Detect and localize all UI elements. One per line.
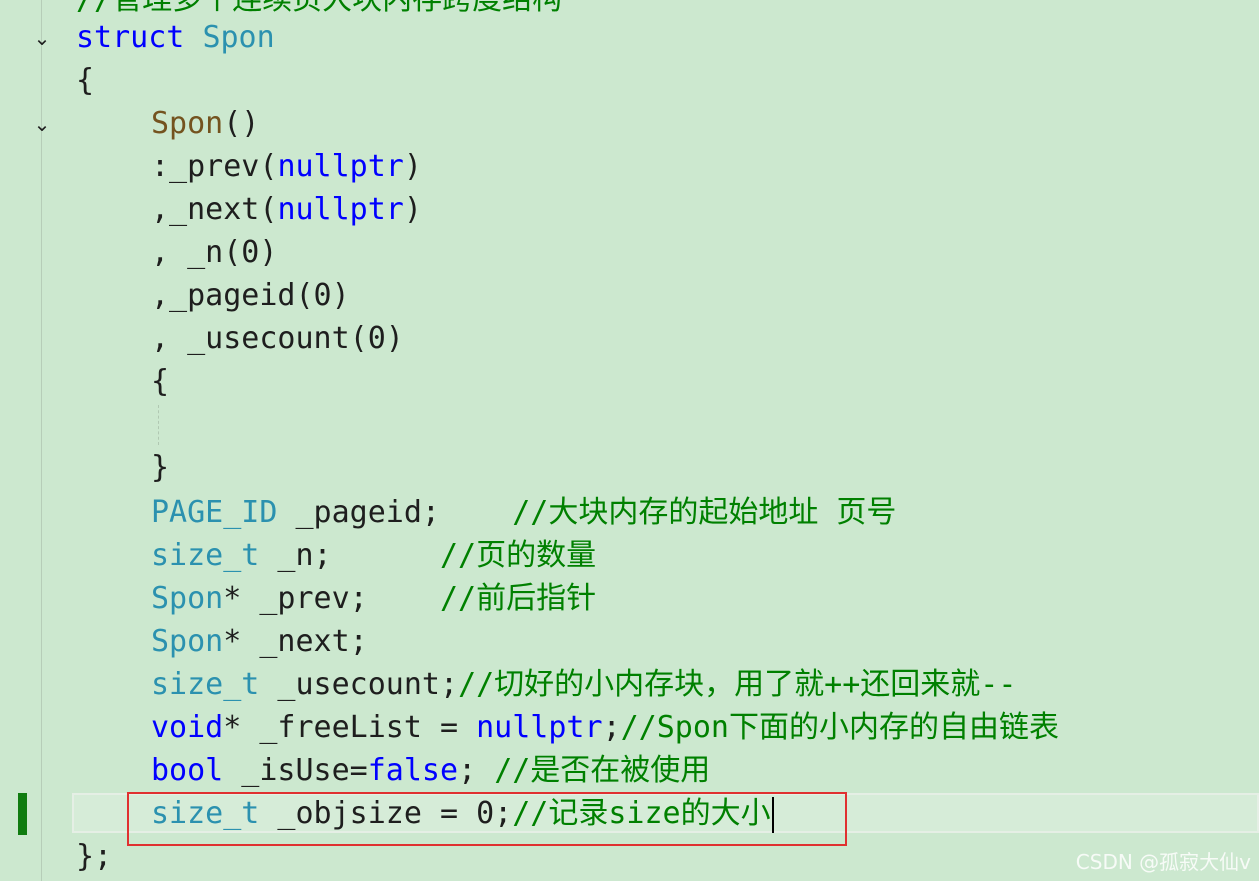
type-name: size_t <box>151 538 260 573</box>
comment: //切好的小内存块，用了就++还回来就-- <box>458 667 1017 702</box>
keyword: void <box>151 710 224 745</box>
type-name: size_t <box>151 667 260 702</box>
code-line-freelist-member[interactable]: void* _freeList = nullptr;//Spon下面的小内存的自… <box>151 706 1059 749</box>
punctuation: ) <box>403 149 422 184</box>
code-text: _isUse= <box>223 753 368 788</box>
change-indicator-bar <box>18 793 27 835</box>
type-name: Spon <box>151 581 224 616</box>
function-name: Spon <box>151 106 224 141</box>
code-line-next-member[interactable]: Spon* _next; <box>151 620 368 663</box>
code-text: _n; <box>259 538 440 573</box>
keyword: nullptr <box>277 149 404 184</box>
code-line-ctor-close[interactable]: } <box>151 446 169 489</box>
code-line-init-usecount[interactable]: , _usecount(0) <box>151 317 404 360</box>
comment: //是否在被使用 <box>494 753 711 788</box>
code-line-close-struct[interactable]: }; <box>76 835 112 878</box>
keyword: false <box>367 753 459 788</box>
code-line-usecount-member[interactable]: size_t _usecount;//切好的小内存块，用了就++还回来就-- <box>151 663 1016 706</box>
code-text: * _freeList = <box>223 710 477 745</box>
punctuation: ; <box>458 753 495 788</box>
code-line-init-pageid[interactable]: ,_pageid(0) <box>151 274 350 317</box>
fold-chevron-down-icon[interactable]: ⌄ <box>31 113 53 135</box>
code-text: * _next; <box>223 624 368 659</box>
comment: //大块内存的起始地址 页号 <box>512 495 897 530</box>
code-line-brace[interactable]: { <box>76 59 94 102</box>
type-name: PAGE_ID <box>151 495 278 530</box>
code-line-init-next[interactable]: ,_next(nullptr) <box>151 188 422 231</box>
keyword: struct <box>76 20 185 55</box>
code-line-init-prev[interactable]: :_prev(nullptr) <box>151 145 422 188</box>
type-name: Spon <box>202 20 275 55</box>
keyword: bool <box>151 753 224 788</box>
code-line-n-member[interactable]: size_t _n; //页的数量 <box>151 534 596 577</box>
code-line-ctor-open[interactable]: { <box>151 360 169 403</box>
keyword: nullptr <box>277 192 404 227</box>
code-text: ,_next( <box>151 192 278 227</box>
punctuation: ) <box>403 192 422 227</box>
code-line-isuse-member[interactable]: bool _isUse=false; //是否在被使用 <box>151 749 710 792</box>
code-text: _usecount; <box>259 667 459 702</box>
punctuation: () <box>223 106 260 141</box>
code-line-struct[interactable]: struct Spon <box>76 16 275 59</box>
code-text: * _prev; <box>223 581 440 616</box>
code-text: :_prev( <box>151 149 278 184</box>
comment: //前后指针 <box>440 581 597 616</box>
code-line-pageid-member[interactable]: PAGE_ID _pageid; //大块内存的起始地址 页号 <box>151 491 896 534</box>
punctuation: ; <box>602 710 621 745</box>
red-highlight-box <box>127 792 847 846</box>
code-line-init-n[interactable]: , _n(0) <box>151 231 277 274</box>
comment: //Spon下面的小内存的自由链表 <box>620 710 1059 745</box>
type-name: Spon <box>151 624 224 659</box>
comment: //页的数量 <box>440 538 597 573</box>
fold-chevron-down-icon[interactable]: ⌄ <box>31 27 53 49</box>
watermark: CSDN @孤寂大仙v <box>1075 850 1251 874</box>
indent-guide <box>158 405 160 445</box>
code-text: _pageid; <box>277 495 513 530</box>
keyword: nullptr <box>476 710 603 745</box>
code-line-ctor[interactable]: Spon() <box>151 102 259 145</box>
code-line-prev-member[interactable]: Spon* _prev; //前后指针 <box>151 577 596 620</box>
